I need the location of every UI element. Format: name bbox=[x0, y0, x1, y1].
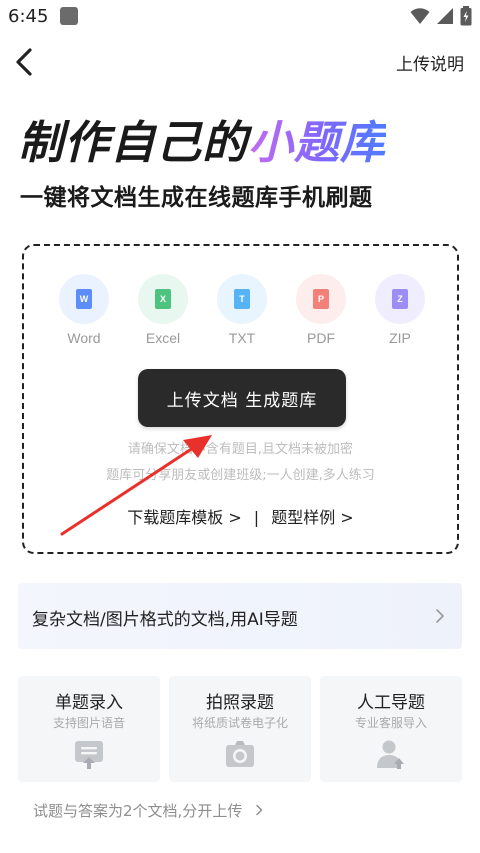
file-type-pdf: P PDF bbox=[295, 274, 347, 346]
page-title-accent: 小题库 bbox=[248, 116, 387, 169]
person-upload-icon bbox=[377, 740, 404, 769]
link-separator: | bbox=[253, 508, 260, 527]
photo-entry-card[interactable]: 拍照录题 将纸质试卷电子化 bbox=[169, 676, 311, 782]
wifi-icon bbox=[410, 8, 430, 24]
card-subtitle: 支持图片语音 bbox=[52, 716, 125, 730]
card-subtitle: 将纸质试卷电子化 bbox=[191, 716, 288, 730]
file-type-label: Word bbox=[67, 330, 101, 346]
excel-file-icon: X bbox=[138, 274, 188, 324]
file-glyph: W bbox=[76, 289, 92, 309]
top-bar: 上传说明 bbox=[0, 34, 480, 90]
status-icons bbox=[410, 6, 472, 26]
manual-import-card[interactable]: 人工导题 专业客服导入 bbox=[320, 676, 462, 782]
notification-icon bbox=[60, 7, 78, 25]
txt-file-icon: T bbox=[217, 274, 267, 324]
pdf-file-icon: P bbox=[296, 274, 346, 324]
upload-document-button[interactable]: 上传文档 生成题库 bbox=[138, 369, 346, 427]
file-type-label: TXT bbox=[228, 330, 256, 346]
signal-icon bbox=[437, 8, 453, 24]
file-type-zip: Z ZIP bbox=[374, 274, 426, 346]
download-template-link[interactable]: 下载题库模板 > bbox=[127, 508, 242, 527]
file-type-word: W Word bbox=[58, 274, 110, 346]
zip-file-icon: Z bbox=[375, 274, 425, 324]
question-examples-link[interactable]: 题型样例 > bbox=[271, 508, 354, 527]
page-title: 制作自己的小题库 bbox=[18, 106, 386, 171]
single-entry-card[interactable]: 单题录入 支持图片语音 bbox=[18, 676, 160, 782]
file-type-list: W Word X Excel T TXT P PDF Z ZIP bbox=[58, 274, 426, 346]
ai-import-banner[interactable]: 复杂文档/图片格式的文档,用AI导题 bbox=[18, 583, 462, 649]
template-links: 下载题库模板 > | 题型样例 > bbox=[24, 504, 457, 528]
word-file-icon: W bbox=[59, 274, 109, 324]
battery-icon bbox=[460, 6, 472, 26]
card-subtitle: 专业客服导入 bbox=[354, 716, 427, 730]
chevron-right-icon bbox=[256, 804, 263, 816]
card-title: 人工导题 bbox=[357, 693, 425, 713]
upload-notice-share: 题库可分享朋友或创建班级;一人创建,多人练习 bbox=[106, 468, 375, 483]
ai-import-label: 复杂文档/图片格式的文档,用AI导题 bbox=[32, 610, 298, 630]
status-bar: 6:45 bbox=[0, 0, 480, 34]
file-glyph: P bbox=[313, 289, 329, 309]
page-title-main: 制作自己的 bbox=[18, 116, 249, 169]
import-method-cards: 单题录入 支持图片语音 拍照录题 将纸质试卷电子化 人工导题 专业客服导入 bbox=[18, 676, 462, 782]
card-title: 单题录入 bbox=[55, 693, 123, 713]
file-glyph: T bbox=[234, 289, 250, 309]
file-type-txt: T TXT bbox=[216, 274, 268, 346]
back-button[interactable] bbox=[12, 46, 40, 78]
upload-notice-encryption: 请确保文档中含有题目,且文档未被加密 bbox=[127, 442, 354, 457]
file-glyph: Z bbox=[392, 289, 408, 309]
upload-help-link[interactable]: 上传说明 bbox=[396, 50, 464, 75]
file-type-excel: X Excel bbox=[137, 274, 189, 346]
file-type-label: Excel bbox=[145, 330, 181, 346]
separate-upload-label: 试题与答案为2个文档,分开上传 bbox=[33, 802, 243, 820]
file-glyph: X bbox=[155, 289, 171, 309]
chevron-left-icon bbox=[16, 48, 32, 76]
chevron-right-icon bbox=[436, 609, 444, 623]
card-title: 拍照录题 bbox=[206, 693, 274, 713]
file-type-label: PDF bbox=[307, 330, 335, 346]
chat-upload-icon bbox=[75, 741, 103, 769]
camera-icon bbox=[226, 741, 254, 767]
page-subtitle: 一键将文档生成在线题库手机刷题 bbox=[20, 185, 373, 211]
separate-upload-link[interactable]: 试题与答案为2个文档,分开上传 bbox=[33, 800, 263, 821]
status-time: 6:45 bbox=[8, 6, 49, 27]
upload-area[interactable]: W Word X Excel T TXT P PDF Z ZIP 上传文档 生成题库 请确保文档中… bbox=[22, 244, 459, 554]
file-type-label: ZIP bbox=[389, 330, 411, 346]
